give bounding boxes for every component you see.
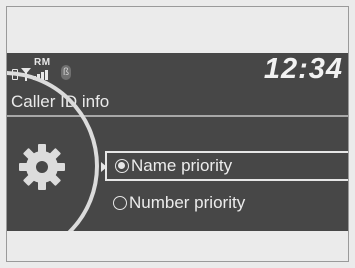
clock: 12:34 [263,53,343,85]
radio-unselected-icon [113,196,127,210]
option-label: Number priority [129,193,246,212]
cursor-arrow-icon [101,162,107,172]
bluetooth-icon: ß [61,65,71,80]
option-number-priority[interactable]: Number priority [105,188,348,218]
radio-selected-icon [115,159,129,173]
roaming-label: RM [34,57,51,68]
status-bar: RM ß 12:34 [7,53,348,89]
option-name-priority[interactable]: Name priority [101,151,348,181]
figure-frame: RM ß 12:34 Caller ID info Name priority … [6,6,349,262]
display-screen: RM ß 12:34 Caller ID info Name priority … [7,53,348,231]
option-label: Name priority [131,156,233,175]
